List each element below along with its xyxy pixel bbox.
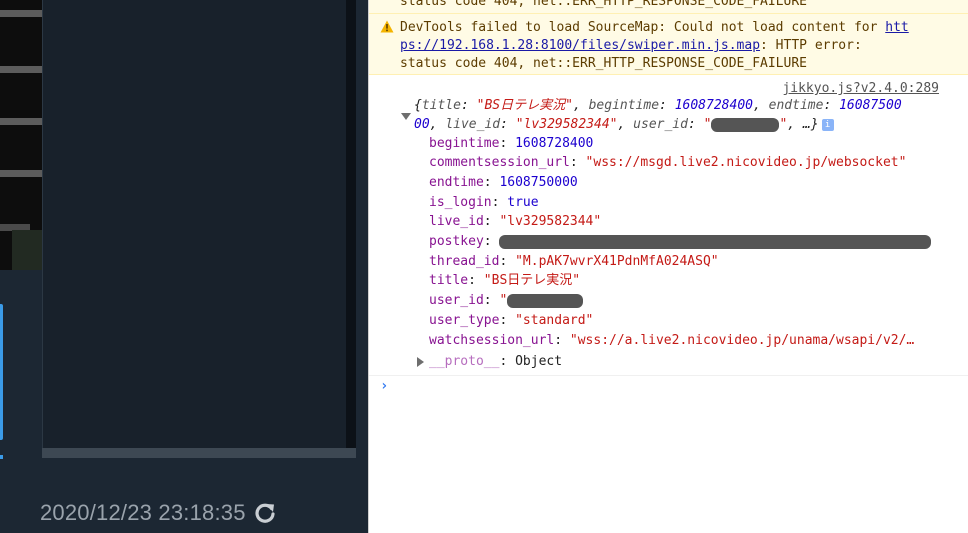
prop-is-login: is_login: true	[429, 195, 539, 210]
warning-line-3: status code 404, net::ERR_HTTP_RESPONSE_…	[400, 56, 807, 71]
refresh-icon[interactable]	[253, 501, 277, 525]
panel-vertical-scrollbar[interactable]	[346, 0, 356, 448]
source-location-link[interactable]: jikkyo.js?v2.4.0:289	[782, 81, 939, 96]
prompt-chevron-icon: ›	[380, 378, 389, 394]
warning-message: DevTools failed to load SourceMap: Could…	[400, 20, 886, 35]
redaction-mark	[499, 234, 932, 249]
video-thumbnail[interactable]	[0, 0, 42, 270]
console-input[interactable]	[399, 376, 963, 400]
prop-watchsession-url: watchsession_url: "wss://a.live2.nicovid…	[429, 333, 915, 348]
prop-endtime: endtime: 1608750000	[429, 175, 578, 190]
prop-proto[interactable]: __proto__: Object	[417, 352, 562, 372]
timestamp-row: 2020/12/23 23:18:35	[40, 497, 277, 529]
warning-line-1: DevTools failed to load SourceMap: Could…	[400, 19, 961, 37]
sourcemap-link[interactable]: htt	[885, 20, 908, 35]
prop-commentsession-url: commentsession_url: "wss://msgd.live2.ni…	[429, 155, 907, 170]
warning-line-2: ps://192.168.1.28:8100/files/swiper.min.…	[400, 37, 961, 55]
prop-thread-id: thread_id: "M.pAK7wvrX41PdnMfA024ASQ"	[429, 254, 719, 269]
expand-arrow-icon[interactable]	[417, 356, 424, 367]
console-prompt[interactable]: ›	[369, 376, 968, 400]
prop-postkey: postkey:	[429, 232, 932, 252]
warning-suffix: : HTTP error:	[760, 38, 862, 53]
info-icon[interactable]: i	[821, 118, 834, 131]
collapse-arrow-icon[interactable]	[401, 113, 411, 120]
app-pane: 2020/12/23 23:18:35	[0, 0, 368, 533]
side-mark	[0, 455, 3, 459]
warning-text: status code 404, net::ERR_HTTP_RESPONSE_…	[400, 0, 807, 9]
prop-live-id: live_id: "lv329582344"	[429, 214, 602, 229]
prop-title: title: "BS日テレ実況"	[429, 273, 581, 288]
timestamp-text: 2020/12/23 23:18:35	[40, 500, 246, 525]
comment-panel	[42, 0, 347, 448]
side-tab-indicator[interactable]	[0, 304, 3, 440]
console-warning-sourcemap: DevTools failed to load SourceMap: Could…	[369, 14, 968, 75]
panel-horizontal-scrollbar[interactable]	[42, 448, 356, 458]
prop-user-id: user_id: "	[429, 291, 584, 311]
object-summary[interactable]: {title: "BS日テレ実況", begintime: 1608728400…	[414, 96, 944, 134]
redaction-mark	[711, 117, 780, 132]
prop-begintime: begintime: 1608728400	[429, 136, 594, 151]
console-warning-partial: status code 404, net::ERR_HTTP_RESPONSE_…	[369, 0, 968, 14]
console-log-entry: jikkyo.js?v2.4.0:289 {title: "BS日テレ実況", …	[369, 78, 968, 376]
prop-user-type: user_type: "standard"	[429, 313, 594, 328]
warning-icon	[380, 20, 394, 33]
redaction-mark	[507, 293, 584, 308]
sourcemap-link-cont[interactable]: ps://192.168.1.28:8100/files/swiper.min.…	[400, 38, 760, 53]
devtools-console: status code 404, net::ERR_HTTP_RESPONSE_…	[368, 0, 968, 533]
